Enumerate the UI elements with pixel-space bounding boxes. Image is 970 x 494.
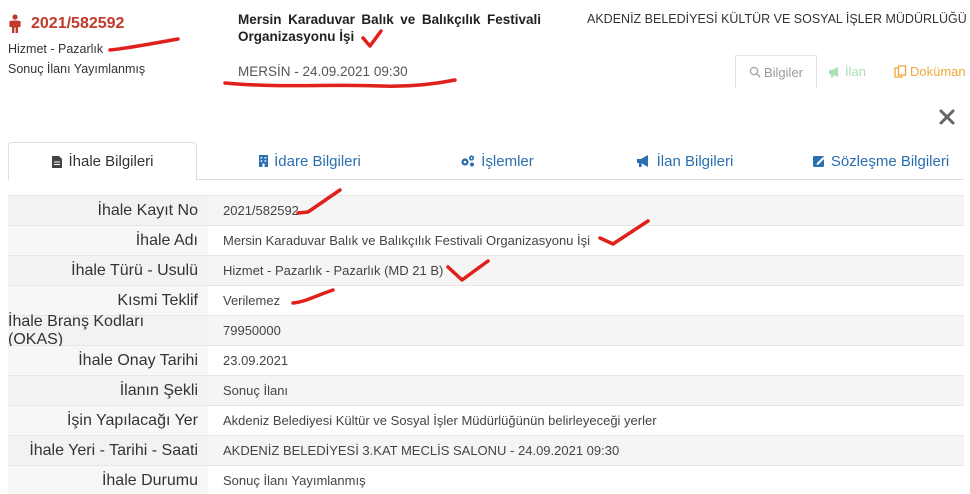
- place-date: MERSİN - 24.09.2021 09:30: [238, 64, 408, 79]
- table-row: İlanın Şekli Sonuç İlanı: [8, 375, 964, 405]
- detail-label: İhale Adı: [135, 231, 198, 249]
- tender-details-table: İhale Kayıt No 2021/582592 İhale Adı Mer…: [8, 195, 964, 494]
- detail-label: Kısmi Teklif: [117, 291, 198, 309]
- tender-status: Sonuç İlanı Yayımlanmış: [8, 62, 146, 76]
- tab-idare-bilgileri[interactable]: İdare Bilgileri: [197, 142, 422, 180]
- detail-label-cell: İhale Adı: [8, 226, 208, 255]
- detail-label: İhale Onay Tarihi: [78, 351, 198, 369]
- table-row: İşin Yapılacağı Yer Akdeniz Belediyesi K…: [8, 405, 964, 435]
- person-icon: [9, 14, 21, 33]
- building-icon: [259, 155, 269, 167]
- table-row: İhale Durumu Sonuç İlanı Yayımlanmış: [8, 465, 964, 494]
- tender-title: Mersin Karaduvar Balık ve Balıkçılık Fes…: [238, 12, 541, 44]
- table-row: İhale Onay Tarihi 23.09.2021: [8, 345, 964, 375]
- procurement-type: Hizmet - Pazarlık: [8, 42, 104, 56]
- table-row: Kısmi Teklif Verilemez: [8, 285, 964, 315]
- table-row: İhale Kayıt No 2021/582592: [8, 195, 964, 225]
- table-row: İhale Türü - Usulü Hizmet - Pazarlık - P…: [8, 255, 964, 285]
- detail-label: İlanın Şekli: [119, 381, 198, 399]
- detail-label-cell: İhale Türü - Usulü: [8, 256, 208, 285]
- detail-label-cell: İlanın Şekli: [8, 376, 208, 405]
- detail-label: İhale Yeri - Tarihi - Saati: [29, 441, 198, 459]
- detail-label: İhale Durumu: [101, 471, 198, 489]
- detail-label-cell: İhale Yeri - Tarihi - Saati: [8, 436, 208, 465]
- detail-label: İhale Türü - Usulü: [71, 261, 198, 279]
- detail-value: Akdeniz Belediyesi Kültür ve Sosyal İşle…: [223, 413, 657, 428]
- detail-label: İhale Kayıt No: [97, 201, 199, 219]
- detail-value: 79950000: [223, 323, 281, 338]
- detail-label-cell: İhale Kayıt No: [8, 196, 208, 225]
- detail-value: Sonuç İlanı: [223, 383, 289, 398]
- ilan-button[interactable]: İlan: [828, 55, 866, 88]
- detail-value: 2021/582592: [223, 203, 299, 218]
- detail-label-cell: İhale Onay Tarihi: [8, 346, 208, 375]
- detail-label-cell: İhale Durumu: [8, 466, 208, 494]
- tab-bar: İhale Bilgileri İdare Bilgileri İşlemler…: [8, 142, 964, 181]
- megaphone-icon: [636, 155, 648, 167]
- copy-document-icon: [894, 65, 907, 78]
- tab-label: İdare Bilgileri: [274, 152, 361, 170]
- tab-label: Sözleşme Bilgileri: [830, 152, 950, 170]
- detail-value: AKDENİZ BELEDİYESİ 3.KAT MECLİS SALONU -…: [223, 443, 620, 458]
- detail-value: Sonuç İlanı Yayımlanmış: [223, 473, 366, 488]
- megaphone-icon: [829, 66, 838, 77]
- tab-ihale-bilgileri[interactable]: İhale Bilgileri: [8, 142, 197, 181]
- table-row: İhale Yeri - Tarihi - Saati AKDENİZ BELE…: [8, 435, 964, 465]
- table-row: İhale Branş Kodları (OKAS) 79950000: [8, 313, 964, 348]
- detail-label: İhale Branş Kodları (OKAS): [8, 312, 145, 348]
- registration-block: 2021/582592: [8, 14, 124, 34]
- dokuman-button[interactable]: Doküman: [894, 55, 966, 88]
- registration-number: 2021/582592: [31, 15, 125, 32]
- detail-label-cell: İhale Branş Kodları (OKAS): [8, 313, 208, 348]
- ilan-label: İlan: [845, 64, 866, 79]
- detail-value: Mersin Karaduvar Balık ve Balıkçılık Fes…: [223, 233, 591, 248]
- close-icon[interactable]: [937, 107, 957, 127]
- tab-sozlesme-bilgileri[interactable]: Sözleşme Bilgileri: [797, 142, 964, 180]
- tab-ilan-bilgileri[interactable]: İlan Bilgileri: [572, 142, 797, 180]
- contract-edit-icon: [812, 156, 825, 167]
- dokuman-label: Doküman: [910, 64, 966, 79]
- detail-label-cell: İşin Yapılacağı Yer: [8, 406, 208, 435]
- tab-label: İlan Bilgileri: [656, 152, 734, 170]
- detail-value: Hizmet - Pazarlık - Pazarlık (MD 21 B): [223, 263, 444, 278]
- gears-icon: [461, 155, 475, 167]
- document-icon: [52, 155, 63, 168]
- search-icon: [749, 66, 761, 78]
- tab-label: İhale Bilgileri: [68, 153, 154, 170]
- bilgiler-button[interactable]: Bilgiler: [735, 55, 817, 88]
- tender-header: 2021/582592 Hizmet - Pazarlık Sonuç İlan…: [0, 0, 970, 100]
- tab-label: İşlemler: [481, 152, 534, 170]
- detail-label-cell: Kısmi Teklif: [8, 286, 208, 315]
- detail-value: 23.09.2021: [223, 353, 289, 368]
- detail-label: İşin Yapılacağı Yer: [66, 411, 198, 429]
- authority-name: AKDENİZ BELEDİYESİ KÜLTÜR VE SOSYAL İŞLE…: [587, 12, 967, 26]
- bilgiler-label: Bilgiler: [763, 64, 803, 80]
- tab-islemler[interactable]: İşlemler: [422, 142, 572, 180]
- detail-value: Verilemez: [223, 293, 281, 308]
- table-row: İhale Adı Mersin Karaduvar Balık ve Balı…: [8, 225, 964, 255]
